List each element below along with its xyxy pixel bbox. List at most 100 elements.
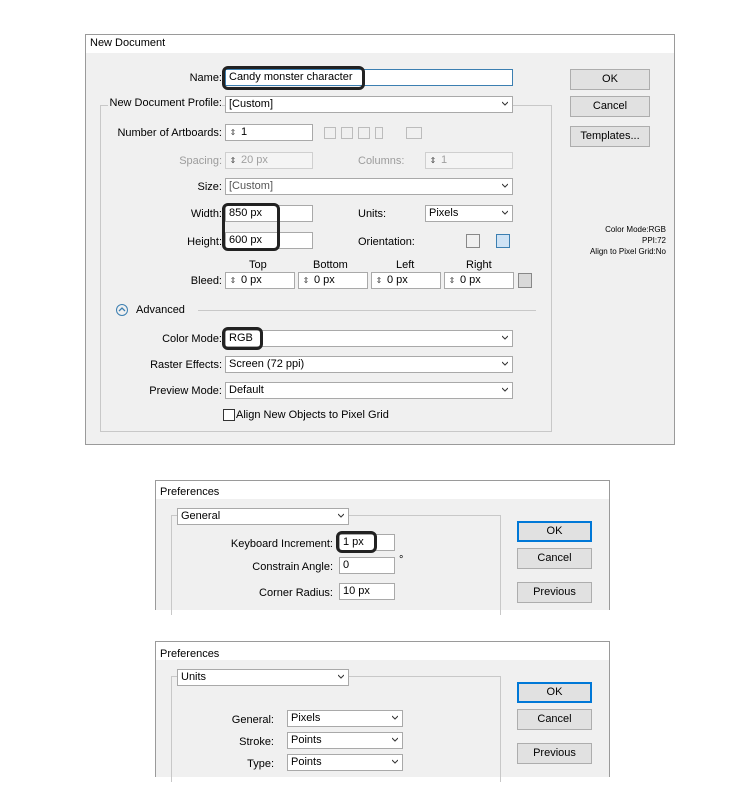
arrange-by-row-icon[interactable] [358,127,370,139]
general-units-select[interactable]: Pixels [287,710,403,727]
spacing-field[interactable]: ⇕ 20 px [225,152,313,169]
stepper-icon[interactable]: ⇕ [448,274,456,288]
info-ppi: PPI:72 [641,236,666,245]
section-select[interactable]: General [177,508,349,525]
bleed-right-value: 0 px [460,274,481,286]
chevron-down-icon [392,737,398,742]
size-value: [Custom] [229,180,274,192]
chevron-down-icon [502,183,508,188]
keyboard-increment-highlight [336,531,377,553]
raster-select[interactable]: Screen (72 ppi) [225,356,513,373]
arrange-by-column-icon[interactable] [375,127,383,139]
stepper-icon[interactable]: ⇕ [302,274,310,288]
previous-button[interactable]: Previous [517,743,592,764]
bleed-bottom-field[interactable]: ⇕ 0 px [298,272,368,289]
bleed-label: Bleed: [190,275,222,287]
chevron-down-icon [392,715,398,720]
stroke-units-select[interactable]: Points [287,732,403,749]
columns-label: Columns: [358,155,405,167]
info-color-mode: Color Mode:RGB [605,225,666,234]
stroke-units-value: Points [291,734,322,746]
cancel-button[interactable]: Cancel [517,709,592,730]
bleed-bottom-value: 0 px [314,274,335,286]
cancel-button[interactable]: Cancel [517,548,592,569]
profile-label: New Document Profile: [108,97,222,109]
constrain-angle-field[interactable]: 0 [339,557,395,574]
dialog-title: New Document [90,37,166,49]
raster-value: Screen (72 ppi) [229,358,305,370]
type-units-label: Type: [247,758,274,770]
chevron-down-icon [502,210,508,215]
templates-button[interactable]: Templates... [570,126,650,147]
degree-symbol: ° [399,554,404,566]
columns-value: 1 [441,154,448,166]
grid-by-column-icon[interactable] [341,127,353,139]
profile-select[interactable]: [Custom] [225,96,513,113]
chevron-down-icon [338,674,344,679]
align-label: Align New Objects to Pixel Grid [236,409,389,421]
bleed-bottom-label: Bottom [313,259,348,271]
width-height-highlight [222,203,280,251]
preferences-units-dialog: Preferences Units General: Pixels Stroke… [155,641,610,782]
preferences-general-dialog: Preferences General Keyboard Increment: … [155,480,610,615]
bleed-top-field[interactable]: ⇕ 0 px [225,272,295,289]
color-mode-select[interactable]: RGB [225,330,513,347]
type-units-value: Points [291,756,322,768]
stepper-icon[interactable]: ⇕ [429,154,437,168]
general-units-label: General: [231,714,274,726]
general-units-value: Pixels [291,712,321,724]
units-select[interactable]: Pixels [425,205,513,222]
chevron-down-icon [502,101,508,106]
ok-button[interactable]: OK [570,69,650,90]
title-bar [86,35,674,53]
artboards-label: Number of Artboards: [117,127,222,139]
stepper-icon[interactable]: ⇕ [375,274,383,288]
units-value: Pixels [429,207,459,219]
name-label: Name: [189,72,222,84]
info-align: Align to Pixel Grid:No [589,247,666,256]
columns-field[interactable]: ⇕ 1 [425,152,513,169]
bleed-right-label: Right [466,259,492,271]
spacing-value: 20 px [241,154,268,166]
name-highlight [222,66,365,90]
corner-radius-label: Corner Radius: [259,587,333,599]
title-bar [156,481,609,499]
right-to-left-icon[interactable] [406,127,422,139]
ok-button[interactable]: OK [517,521,592,542]
color-mode-highlight [222,327,263,350]
stepper-icon[interactable]: ⇕ [229,154,237,168]
artboards-field[interactable]: ⇕ 1 [225,124,313,141]
spacing-label: Spacing: [179,155,222,167]
type-units-select[interactable]: Points [287,754,403,771]
stepper-icon[interactable]: ⇕ [229,126,237,140]
stepper-icon[interactable]: ⇕ [229,274,237,288]
size-select[interactable]: [Custom] [225,178,513,195]
ok-button[interactable]: OK [517,682,592,703]
keyboard-increment-label: Keyboard Increment: [230,538,333,550]
chevron-down-icon [502,387,508,392]
advanced-toggle-icon[interactable] [116,304,128,316]
advanced-divider [198,310,536,311]
grid-by-row-icon[interactable] [324,127,336,139]
cancel-button[interactable]: Cancel [570,96,650,117]
height-label: Height: [187,236,222,248]
profile-value: [Custom] [229,98,274,110]
bleed-right-field[interactable]: ⇕ 0 px [444,272,514,289]
width-label: Width: [190,208,222,220]
constrain-angle-label: Constrain Angle: [252,561,333,573]
artboards-value: 1 [241,126,248,138]
align-checkbox[interactable] [223,409,235,421]
section-value: Units [181,671,207,683]
corner-radius-field[interactable]: 10 px [339,583,395,600]
landscape-icon[interactable] [496,234,510,248]
bleed-left-field[interactable]: ⇕ 0 px [371,272,441,289]
dialog-title: Preferences [160,486,220,498]
preview-select[interactable]: Default [225,382,513,399]
orientation-label: Orientation: [358,236,415,248]
portrait-icon[interactable] [466,234,480,248]
title-bar [156,642,609,660]
previous-button[interactable]: Previous [517,582,592,603]
link-bleed-icon[interactable] [518,273,532,288]
section-select[interactable]: Units [177,669,349,686]
raster-label: Raster Effects: [150,359,222,371]
